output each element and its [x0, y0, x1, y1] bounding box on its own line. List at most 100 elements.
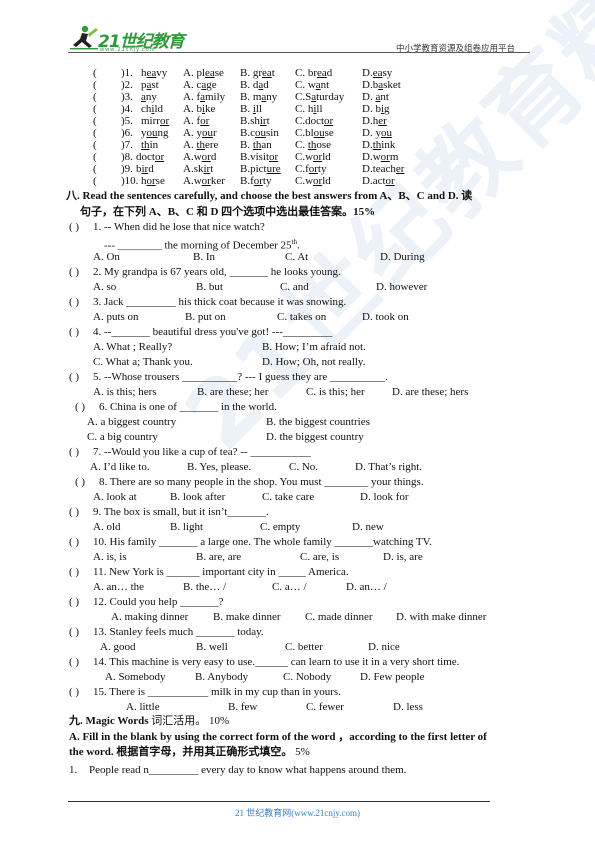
- option: B. light: [170, 521, 204, 533]
- section9-partA-line1: A. Fill in the blank by using the correc…: [69, 731, 487, 743]
- option: D. are these; hers: [392, 386, 469, 398]
- underlined-letters: or: [313, 151, 323, 163]
- word-part: A. f: [183, 115, 201, 127]
- option: B. are, are: [196, 551, 242, 563]
- answer-paren: ( ): [69, 566, 80, 578]
- option: A. I’d like to.: [90, 461, 150, 473]
- option: C. made dinner: [305, 611, 373, 623]
- option: D. took on: [362, 311, 409, 323]
- option: D. however: [376, 281, 428, 293]
- header-divider: [68, 52, 530, 53]
- section9-title-bold: 九. Magic Words: [69, 715, 149, 727]
- footer-text: 21 世纪教育网(www.21cnjy.com): [234, 808, 361, 818]
- option: D. is, are: [383, 551, 423, 563]
- answer-paren: ( ): [69, 656, 80, 668]
- word-part: turday: [316, 91, 345, 103]
- option: B. Anybody: [195, 671, 249, 683]
- underlined-letters: ea: [205, 67, 215, 79]
- word-part: se: [324, 127, 334, 139]
- word-part: ty: [317, 163, 327, 175]
- option: D. look for: [360, 491, 409, 503]
- answer-paren: ( ): [69, 506, 80, 518]
- option: A. old: [93, 521, 121, 533]
- word-part: A. pl: [183, 67, 205, 79]
- option: B. How; I’m afraid not.: [262, 341, 366, 353]
- word-part: B.: [240, 139, 253, 151]
- word-part: A. y: [183, 127, 202, 139]
- word-part: ch: [141, 103, 152, 115]
- underlined-letters: or: [159, 115, 170, 127]
- answer-paren: ( ): [69, 326, 80, 338]
- word-part: nt: [320, 79, 330, 91]
- option: C. is this; her: [306, 386, 365, 398]
- word-part: B. gr: [240, 67, 262, 79]
- question-stem: 11. New York is ______ important city in…: [93, 566, 349, 578]
- stem-text: --- ________ the morning of December 25: [104, 239, 292, 252]
- option: A. puts on: [93, 311, 139, 323]
- answer-paren: ( ): [69, 626, 80, 638]
- option: D. Few people: [360, 671, 425, 683]
- option: D. with make dinner: [396, 611, 487, 623]
- word-part: C.doct: [295, 115, 325, 127]
- option: B. Yes, please.: [187, 461, 252, 473]
- underlined-letters: ea: [372, 67, 383, 79]
- option-word: B.forty: [240, 175, 271, 188]
- word-part: A.w: [183, 151, 202, 163]
- word-part: ll: [316, 103, 323, 115]
- word-part: st: [151, 79, 159, 91]
- answer-paren: ( ): [75, 401, 86, 413]
- word-part: C.S: [295, 91, 312, 103]
- underlined-letters: or: [253, 175, 263, 187]
- word-part: d: [210, 151, 217, 163]
- word-part: C.w: [295, 151, 314, 163]
- question-stem: 1. -- When did he lose that nice watch?: [93, 221, 265, 233]
- option: A. an… the: [93, 581, 145, 593]
- option: C. a big country: [87, 431, 158, 443]
- section9-q1-number: 1.: [69, 764, 78, 776]
- answer-paren: ( ): [69, 686, 80, 698]
- answer-paren: ( ): [69, 266, 80, 278]
- word-part: B. m: [240, 91, 262, 103]
- question-stem: 5. --Whose trousers __________? --- I gu…: [93, 371, 388, 383]
- question-stem: 10. His family _______ a large one. The …: [93, 536, 432, 548]
- answer-paren: ( ): [69, 296, 80, 308]
- word-part: t: [210, 163, 214, 175]
- option: B. look after: [170, 491, 226, 503]
- word-part: D.w: [362, 151, 381, 163]
- section8-title-line2: 句子，在下列 A、B、C 和 D 四个选项中选出最佳答案。15%: [80, 206, 376, 218]
- word-part: ld: [322, 175, 331, 187]
- section8-title-line1: 八. Read the sentences carefully, and cho…: [66, 190, 473, 202]
- section9-title-rest: 词汇活用。 10%: [148, 715, 230, 727]
- option: A. little: [126, 701, 160, 713]
- word-part: C. h: [295, 103, 314, 115]
- underlined-letters: ou: [254, 127, 266, 139]
- word-part: D.: [362, 67, 373, 79]
- option: A. is this; hers: [93, 386, 157, 398]
- underlined-letters: ou: [201, 127, 213, 139]
- word-part: an: [261, 139, 272, 151]
- option: B. the biggest countries: [266, 416, 370, 428]
- word-part: ge: [206, 79, 217, 91]
- option: C. What a; Thank you.: [93, 356, 193, 368]
- runner-logo-icon: [70, 25, 98, 50]
- word-part: C.w: [295, 175, 314, 187]
- underlined-letters: or: [146, 175, 156, 187]
- question-stem: 3. Jack _________ his thick coat because…: [93, 296, 347, 308]
- option: D. less: [393, 701, 423, 713]
- word-part: ld: [322, 151, 331, 163]
- option: C. better: [285, 641, 323, 653]
- option: D. During: [380, 251, 425, 263]
- word-part: sin: [265, 127, 279, 139]
- word-part: g: [384, 103, 390, 115]
- option: A. a biggest country: [87, 416, 177, 428]
- word-part: D. b: [362, 103, 381, 115]
- word-part: mirr: [141, 115, 160, 127]
- option: D. That’s right.: [355, 461, 423, 473]
- word-part: d: [263, 79, 269, 91]
- answer-paren: (: [93, 175, 97, 187]
- word-part: C.: [295, 139, 308, 151]
- underlined-letters: ou: [146, 127, 158, 139]
- word-part: ny: [266, 91, 278, 103]
- word-part: t: [266, 115, 270, 127]
- underlined-letters: th: [196, 139, 206, 151]
